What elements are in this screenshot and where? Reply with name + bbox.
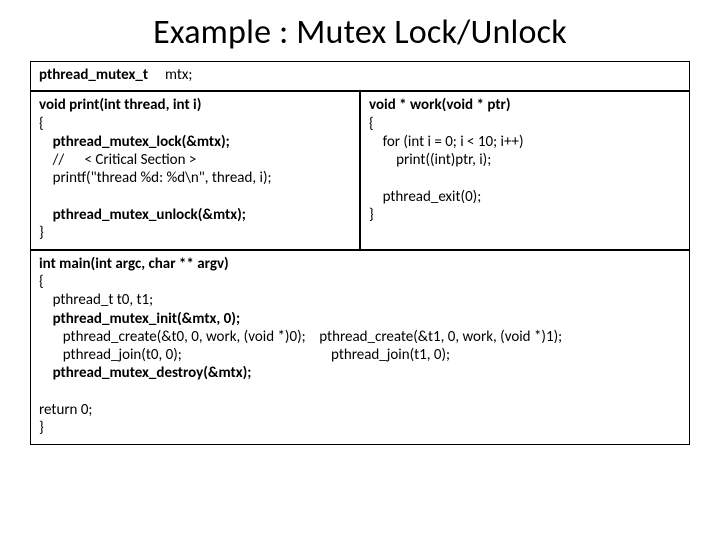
print-sig: void print(int thread, int i): [39, 96, 201, 114]
main-l3b: pthread_create(&t1, 0, work, (void *)1);: [319, 328, 562, 346]
code-print-fn: void print(int thread, int i) { pthread_…: [31, 92, 359, 248]
main-l5: pthread_mutex_destroy(&mtx);: [39, 364, 251, 382]
work-l1: for (int i = 0; i < 10; i++): [369, 133, 524, 151]
print-open: {: [39, 115, 44, 133]
code-main-fn: int main(int argc, char ** argv) { pthre…: [31, 251, 689, 444]
code-box-work-fn: void * work(void * ptr) { for (int i = 0…: [360, 91, 690, 249]
print-l1: pthread_mutex_lock(&mtx);: [39, 133, 230, 151]
print-l2: // < Critical Section >: [39, 151, 196, 169]
code-declaration: pthread_mutex_t mtx;: [31, 62, 689, 90]
print-close: }: [39, 224, 44, 242]
code-box-main-fn: int main(int argc, char ** argv) { pthre…: [30, 250, 690, 445]
main-l1: pthread_t t0, t1;: [39, 291, 153, 309]
main-l4a: pthread_join(t0, 0);: [39, 346, 182, 364]
print-l5: pthread_mutex_unlock(&mtx);: [39, 206, 246, 224]
code-work-fn: void * work(void * ptr) { for (int i = 0…: [361, 92, 689, 230]
print-l3: printf("thread %d: %d\n", thread, i);: [39, 169, 272, 187]
work-l2: print((int)ptr, i);: [369, 151, 491, 169]
decl-var: mtx;: [165, 66, 192, 84]
main-l4b: pthread_join(t1, 0);: [331, 346, 450, 364]
slide-title: Example : Mutex Lock/Unlock: [30, 12, 690, 53]
main-sig: int main(int argc, char ** argv): [39, 255, 229, 273]
main-ret: return 0;: [39, 401, 92, 419]
work-close: }: [369, 206, 374, 224]
main-l2: pthread_mutex_init(&mtx, 0);: [39, 310, 240, 328]
code-box-print-fn: void print(int thread, int i) { pthread_…: [30, 91, 360, 249]
decl-type: pthread_mutex_t: [39, 66, 148, 84]
main-l3a: pthread_create(&t0, 0, work, (void *)0);: [39, 328, 306, 346]
work-sig: void * work(void * ptr): [369, 96, 511, 114]
main-open: {: [39, 273, 44, 291]
work-l4: pthread_exit(0);: [369, 188, 481, 206]
main-close: }: [39, 419, 44, 437]
code-box-declaration: pthread_mutex_t mtx;: [30, 61, 690, 91]
work-open: {: [369, 115, 374, 133]
